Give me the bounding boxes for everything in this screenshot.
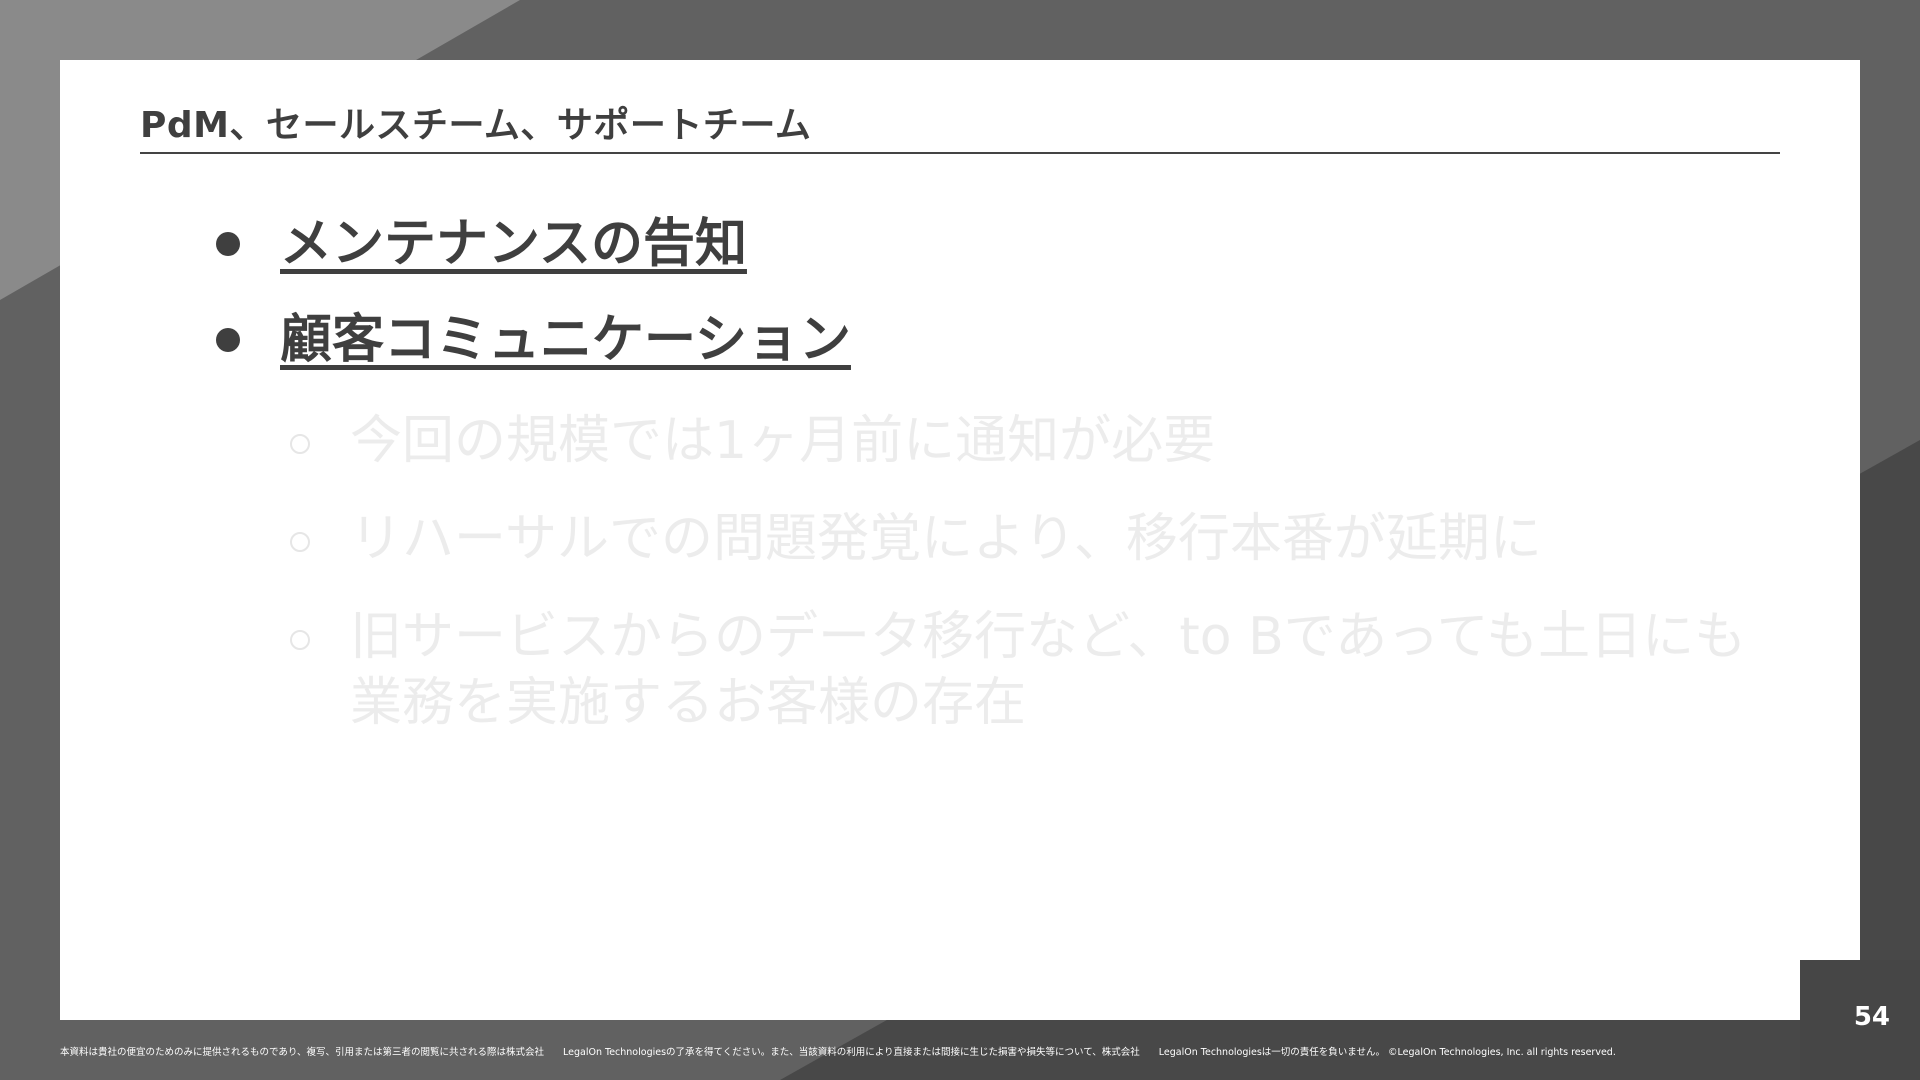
sub-bullet-text: 旧サービスからのデータ移行など、to Bであっても土日にも業務を実施するお客様の… <box>350 607 1747 733</box>
sub-bullet-text: リハーサルでの問題発覚により、移行本番が延期に <box>350 509 1542 569</box>
slide-canvas: PdM、セールスチーム、サポートチーム メンテナンスの告知 顧客コミュニケーショ… <box>60 60 1860 1020</box>
footer-disclaimer: 本資料は貴社の便宜のためのみに提供されるものであり、複写、引用または第三者の閲覧… <box>60 1047 1616 1058</box>
sub-bullet-item: 今回の規模では1ヶ月前に通知が必要 <box>290 408 1820 474</box>
bullet-dot-icon <box>216 328 240 352</box>
title-divider <box>140 152 1780 154</box>
sub-bullet-circle-icon <box>290 532 310 552</box>
sub-bullet-circle-icon <box>290 630 310 650</box>
page-number: 54 <box>1853 1002 1890 1032</box>
slide-title: PdM、セールスチーム、サポートチーム <box>140 105 812 146</box>
sub-bullet-circle-icon <box>290 434 310 454</box>
bullet-dot-icon <box>216 232 240 256</box>
sub-bullet-item: リハーサルでの問題発覚により、移行本番が延期に <box>290 506 1820 572</box>
bullet-text: 顧客コミュニケーション <box>280 310 851 370</box>
sub-bullet-item: 旧サービスからのデータ移行など、to Bであっても土日にも業務を実施するお客様の… <box>290 604 1820 736</box>
sub-bullet-text: 今回の規模では1ヶ月前に通知が必要 <box>350 411 1216 471</box>
bullet-item: 顧客コミュニケーション <box>216 306 851 374</box>
bullet-item: メンテナンスの告知 <box>216 210 747 278</box>
bullet-text: メンテナンスの告知 <box>280 214 747 274</box>
